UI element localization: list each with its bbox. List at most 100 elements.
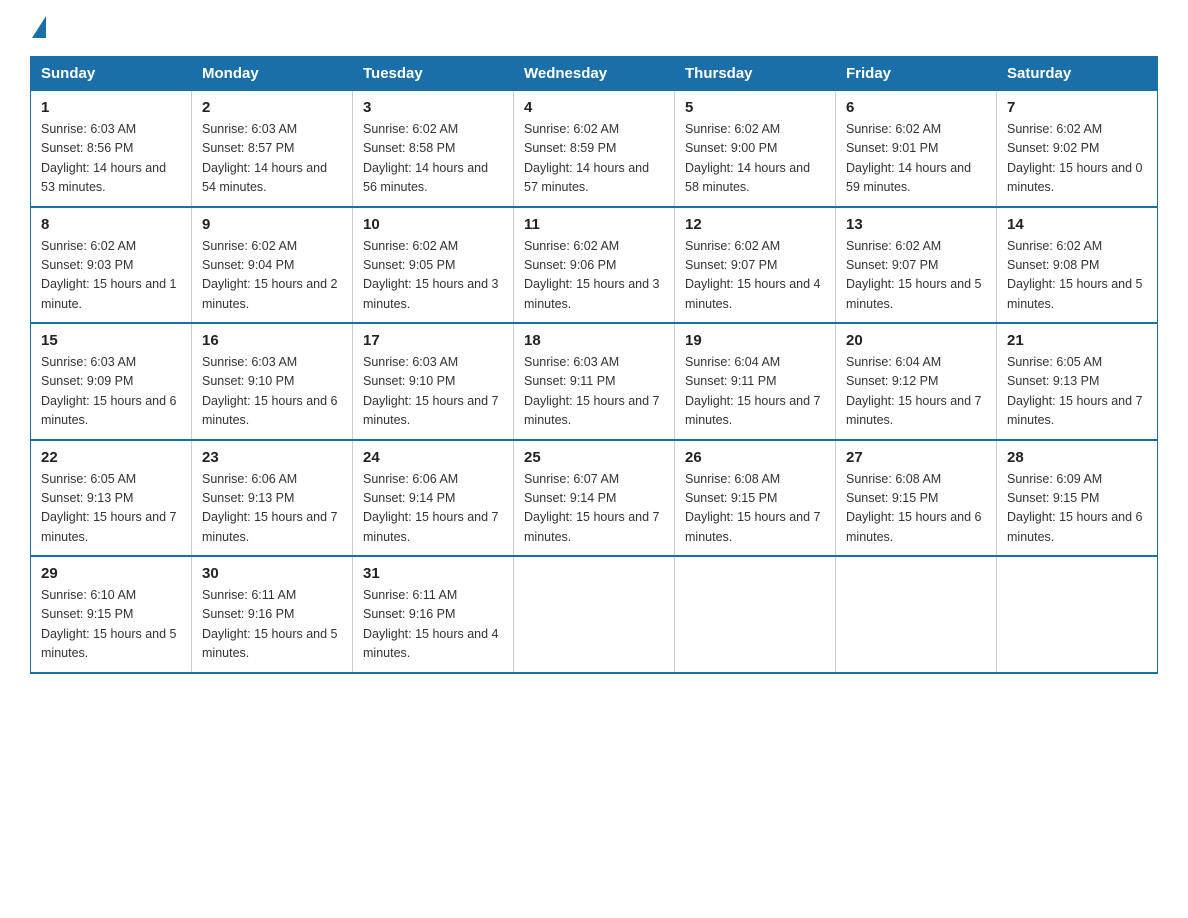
- day-cell: 26 Sunrise: 6:08 AMSunset: 9:15 PMDaylig…: [675, 440, 836, 557]
- day-info: Sunrise: 6:04 AMSunset: 9:11 PMDaylight:…: [685, 353, 825, 431]
- day-info: Sunrise: 6:03 AMSunset: 8:57 PMDaylight:…: [202, 120, 342, 198]
- day-info: Sunrise: 6:02 AMSunset: 9:02 PMDaylight:…: [1007, 120, 1147, 198]
- day-number: 17: [363, 332, 503, 349]
- header-cell-wednesday: Wednesday: [514, 57, 675, 91]
- day-info: Sunrise: 6:02 AMSunset: 9:05 PMDaylight:…: [363, 237, 503, 315]
- day-info: Sunrise: 6:08 AMSunset: 9:15 PMDaylight:…: [846, 470, 986, 548]
- day-cell: 10 Sunrise: 6:02 AMSunset: 9:05 PMDaylig…: [353, 207, 514, 324]
- day-info: Sunrise: 6:04 AMSunset: 9:12 PMDaylight:…: [846, 353, 986, 431]
- day-cell: 14 Sunrise: 6:02 AMSunset: 9:08 PMDaylig…: [997, 207, 1158, 324]
- day-number: 27: [846, 449, 986, 466]
- week-row-2: 8 Sunrise: 6:02 AMSunset: 9:03 PMDayligh…: [31, 207, 1158, 324]
- day-cell: 15 Sunrise: 6:03 AMSunset: 9:09 PMDaylig…: [31, 323, 192, 440]
- header-cell-sunday: Sunday: [31, 57, 192, 91]
- day-number: 2: [202, 99, 342, 116]
- day-info: Sunrise: 6:06 AMSunset: 9:14 PMDaylight:…: [363, 470, 503, 548]
- day-number: 15: [41, 332, 181, 349]
- day-cell: 9 Sunrise: 6:02 AMSunset: 9:04 PMDayligh…: [192, 207, 353, 324]
- day-info: Sunrise: 6:08 AMSunset: 9:15 PMDaylight:…: [685, 470, 825, 548]
- day-number: 1: [41, 99, 181, 116]
- day-number: 22: [41, 449, 181, 466]
- week-row-5: 29 Sunrise: 6:10 AMSunset: 9:15 PMDaylig…: [31, 556, 1158, 673]
- day-info: Sunrise: 6:02 AMSunset: 9:03 PMDaylight:…: [41, 237, 181, 315]
- day-info: Sunrise: 6:02 AMSunset: 9:07 PMDaylight:…: [685, 237, 825, 315]
- header-cell-friday: Friday: [836, 57, 997, 91]
- header-cell-thursday: Thursday: [675, 57, 836, 91]
- day-cell: [514, 556, 675, 673]
- day-cell: 4 Sunrise: 6:02 AMSunset: 8:59 PMDayligh…: [514, 91, 675, 207]
- day-cell: [836, 556, 997, 673]
- day-info: Sunrise: 6:10 AMSunset: 9:15 PMDaylight:…: [41, 586, 181, 664]
- day-info: Sunrise: 6:02 AMSunset: 8:59 PMDaylight:…: [524, 120, 664, 198]
- day-info: Sunrise: 6:02 AMSunset: 9:00 PMDaylight:…: [685, 120, 825, 198]
- day-cell: 17 Sunrise: 6:03 AMSunset: 9:10 PMDaylig…: [353, 323, 514, 440]
- day-info: Sunrise: 6:05 AMSunset: 9:13 PMDaylight:…: [1007, 353, 1147, 431]
- day-number: 23: [202, 449, 342, 466]
- day-number: 7: [1007, 99, 1147, 116]
- day-info: Sunrise: 6:03 AMSunset: 8:56 PMDaylight:…: [41, 120, 181, 198]
- day-number: 26: [685, 449, 825, 466]
- day-info: Sunrise: 6:03 AMSunset: 9:10 PMDaylight:…: [363, 353, 503, 431]
- day-number: 28: [1007, 449, 1147, 466]
- day-cell: 2 Sunrise: 6:03 AMSunset: 8:57 PMDayligh…: [192, 91, 353, 207]
- day-info: Sunrise: 6:02 AMSunset: 8:58 PMDaylight:…: [363, 120, 503, 198]
- day-cell: 3 Sunrise: 6:02 AMSunset: 8:58 PMDayligh…: [353, 91, 514, 207]
- day-number: 25: [524, 449, 664, 466]
- day-cell: 13 Sunrise: 6:02 AMSunset: 9:07 PMDaylig…: [836, 207, 997, 324]
- day-number: 20: [846, 332, 986, 349]
- day-info: Sunrise: 6:11 AMSunset: 9:16 PMDaylight:…: [202, 586, 342, 664]
- day-number: 16: [202, 332, 342, 349]
- day-cell: 24 Sunrise: 6:06 AMSunset: 9:14 PMDaylig…: [353, 440, 514, 557]
- header-cell-saturday: Saturday: [997, 57, 1158, 91]
- day-cell: 21 Sunrise: 6:05 AMSunset: 9:13 PMDaylig…: [997, 323, 1158, 440]
- day-cell: 23 Sunrise: 6:06 AMSunset: 9:13 PMDaylig…: [192, 440, 353, 557]
- day-cell: 20 Sunrise: 6:04 AMSunset: 9:12 PMDaylig…: [836, 323, 997, 440]
- day-cell: 29 Sunrise: 6:10 AMSunset: 9:15 PMDaylig…: [31, 556, 192, 673]
- logo-triangle-icon: [32, 16, 46, 38]
- day-number: 19: [685, 332, 825, 349]
- day-cell: 5 Sunrise: 6:02 AMSunset: 9:00 PMDayligh…: [675, 91, 836, 207]
- day-info: Sunrise: 6:03 AMSunset: 9:11 PMDaylight:…: [524, 353, 664, 431]
- day-cell: [997, 556, 1158, 673]
- day-cell: 19 Sunrise: 6:04 AMSunset: 9:11 PMDaylig…: [675, 323, 836, 440]
- day-number: 12: [685, 216, 825, 233]
- header-cell-monday: Monday: [192, 57, 353, 91]
- day-number: 3: [363, 99, 503, 116]
- day-number: 29: [41, 565, 181, 582]
- day-info: Sunrise: 6:06 AMSunset: 9:13 PMDaylight:…: [202, 470, 342, 548]
- day-cell: 11 Sunrise: 6:02 AMSunset: 9:06 PMDaylig…: [514, 207, 675, 324]
- day-cell: 12 Sunrise: 6:02 AMSunset: 9:07 PMDaylig…: [675, 207, 836, 324]
- day-info: Sunrise: 6:07 AMSunset: 9:14 PMDaylight:…: [524, 470, 664, 548]
- day-cell: 30 Sunrise: 6:11 AMSunset: 9:16 PMDaylig…: [192, 556, 353, 673]
- day-number: 11: [524, 216, 664, 233]
- day-info: Sunrise: 6:02 AMSunset: 9:01 PMDaylight:…: [846, 120, 986, 198]
- day-number: 30: [202, 565, 342, 582]
- day-info: Sunrise: 6:02 AMSunset: 9:08 PMDaylight:…: [1007, 237, 1147, 315]
- day-cell: 7 Sunrise: 6:02 AMSunset: 9:02 PMDayligh…: [997, 91, 1158, 207]
- day-number: 24: [363, 449, 503, 466]
- day-cell: 1 Sunrise: 6:03 AMSunset: 8:56 PMDayligh…: [31, 91, 192, 207]
- day-cell: 8 Sunrise: 6:02 AMSunset: 9:03 PMDayligh…: [31, 207, 192, 324]
- day-cell: 25 Sunrise: 6:07 AMSunset: 9:14 PMDaylig…: [514, 440, 675, 557]
- day-number: 21: [1007, 332, 1147, 349]
- day-number: 6: [846, 99, 986, 116]
- day-info: Sunrise: 6:02 AMSunset: 9:07 PMDaylight:…: [846, 237, 986, 315]
- day-cell: 18 Sunrise: 6:03 AMSunset: 9:11 PMDaylig…: [514, 323, 675, 440]
- logo: [30, 20, 46, 38]
- day-number: 5: [685, 99, 825, 116]
- day-number: 4: [524, 99, 664, 116]
- day-number: 31: [363, 565, 503, 582]
- day-info: Sunrise: 6:05 AMSunset: 9:13 PMDaylight:…: [41, 470, 181, 548]
- day-number: 9: [202, 216, 342, 233]
- day-info: Sunrise: 6:02 AMSunset: 9:06 PMDaylight:…: [524, 237, 664, 315]
- header-cell-tuesday: Tuesday: [353, 57, 514, 91]
- calendar-table: SundayMondayTuesdayWednesdayThursdayFrid…: [30, 56, 1158, 674]
- day-number: 18: [524, 332, 664, 349]
- day-info: Sunrise: 6:03 AMSunset: 9:09 PMDaylight:…: [41, 353, 181, 431]
- day-number: 13: [846, 216, 986, 233]
- week-row-4: 22 Sunrise: 6:05 AMSunset: 9:13 PMDaylig…: [31, 440, 1158, 557]
- header-row: SundayMondayTuesdayWednesdayThursdayFrid…: [31, 57, 1158, 91]
- day-cell: 27 Sunrise: 6:08 AMSunset: 9:15 PMDaylig…: [836, 440, 997, 557]
- day-cell: 6 Sunrise: 6:02 AMSunset: 9:01 PMDayligh…: [836, 91, 997, 207]
- day-info: Sunrise: 6:11 AMSunset: 9:16 PMDaylight:…: [363, 586, 503, 664]
